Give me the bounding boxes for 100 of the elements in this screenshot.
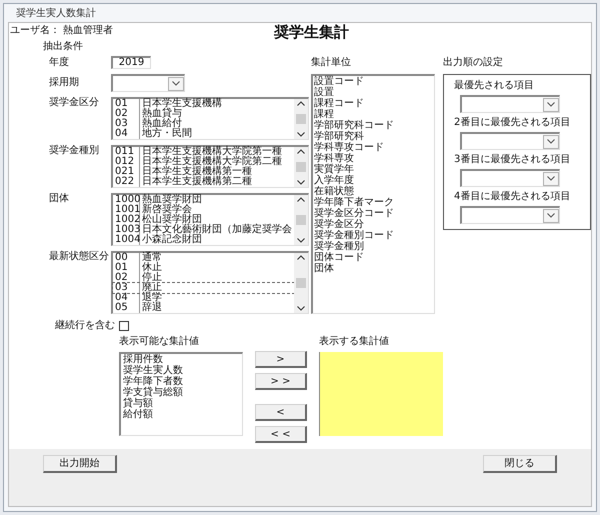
action-button[interactable]: > > <box>255 373 307 390</box>
list-item[interactable]: 1004小森記念財団 <box>113 235 294 245</box>
list-box[interactable]: 1000熱血奨学財団 1001 新啓奨学会 1002 松山奨学財団 1003 日本文化藝術財団（加藤定奨学会 1004小森記念財団 <box>111 193 309 246</box>
list-box[interactable]: 011 日本学生支援機構大学院第一種 012 日本学生支援機構大学院第二種 021 日本学生支援機構第一種 022 日本学生支援機構第二種 <box>111 145 309 188</box>
dropdown-field[interactable] <box>111 74 185 92</box>
list-item[interactable]: 022 日本学生支援機構第二種 <box>113 177 294 187</box>
action-button[interactable]: < < <box>255 426 307 443</box>
list-item[interactable]: 採用件数 <box>123 354 242 365</box>
section-title: 表示可能な集計値 <box>119 336 200 348</box>
scrollbar[interactable] <box>294 99 308 139</box>
section-title: 出力順の設定 <box>443 57 504 69</box>
list-item[interactable]: 学部研究科 <box>314 131 434 142</box>
list-item[interactable]: 団体 <box>314 263 434 274</box>
dropdown-field[interactable] <box>460 206 560 224</box>
list-item[interactable]: 1003 日本文化藝術財団（加藤定奨学会 <box>113 225 294 235</box>
chevron-down-icon <box>297 306 305 311</box>
field-label: 年度 <box>49 56 70 68</box>
scrollbar[interactable] <box>294 253 308 313</box>
list-item[interactable]: 団体コード <box>314 252 434 263</box>
list-item[interactable]: 02 熱血貸与 <box>113 109 294 119</box>
field-label: 最新状態区分 <box>49 251 110 263</box>
list-box[interactable]: 採用件数 奨学生実人数 学年降下者数 学支貸与総額 貸与額 給付額 <box>119 352 243 436</box>
field-label: 3番目に最優先される項目 <box>454 153 572 166</box>
list-item[interactable]: 011 日本学生支援機構大学院第一種 <box>113 147 294 157</box>
list-item[interactable]: 奨学金区分コード <box>314 208 434 219</box>
list-item[interactable]: 学年降下者マーク <box>314 197 434 208</box>
list-item[interactable]: 貸与額 <box>123 398 242 409</box>
field-label: 団体 <box>49 193 70 205</box>
list-item[interactable]: 03 熱血給付 <box>113 119 294 129</box>
dropdown-button[interactable] <box>543 134 559 148</box>
list-item[interactable]: 012 日本学生支援機構大学院第二種 <box>113 157 294 167</box>
list-item[interactable]: 学年降下者数 <box>123 376 242 387</box>
list-item[interactable]: 1000熱血奨学財団 <box>113 195 294 205</box>
list-item[interactable]: 学科専攻コード <box>314 142 434 153</box>
chevron-down-icon <box>547 213 555 218</box>
list-item[interactable]: 00 通常 <box>113 253 294 263</box>
list-item[interactable]: 01 日本学生支援機構 <box>113 99 294 109</box>
chevron-down-icon <box>547 139 555 144</box>
field-label: 2番目に最優先される項目 <box>454 116 572 129</box>
action-button[interactable]: 出力開始 <box>43 455 117 473</box>
scrollbar-thumb[interactable] <box>296 278 306 288</box>
scrollbar-thumb[interactable] <box>296 162 306 172</box>
list-item[interactable]: 給付額 <box>123 409 242 420</box>
list-item[interactable]: 1001 新啓奨学会 <box>113 205 294 215</box>
field-label: 最優先される項目 <box>454 79 535 92</box>
list-item[interactable]: 奨学金区分 <box>314 219 434 230</box>
list-item[interactable]: 設置 <box>314 87 434 98</box>
window-title: 奨学生実人数集計 <box>16 6 96 20</box>
dropdown-button[interactable] <box>543 208 559 222</box>
list-item[interactable]: 学支貸与総額 <box>123 387 242 398</box>
scrollbar-thumb[interactable] <box>296 215 306 225</box>
scrollbar[interactable] <box>294 195 308 245</box>
list-item[interactable]: 05 辞退 <box>113 303 294 313</box>
chevron-up-icon <box>297 255 305 260</box>
field-label: 奨学金種別 <box>49 145 100 157</box>
list-item[interactable]: 奨学生実人数 <box>123 365 242 376</box>
chevron-up-icon <box>297 101 305 106</box>
list-box[interactable]: 01 日本学生支援機構 02 熱血貸与 03 熱血給付 04 地方・民間 <box>111 97 309 140</box>
dropdown-field[interactable] <box>460 132 560 150</box>
action-button[interactable]: < <box>255 404 307 421</box>
dropdown-button[interactable] <box>168 76 184 90</box>
chevron-down-icon <box>297 132 305 137</box>
section-title: 抽出条件 <box>43 41 84 53</box>
list-item[interactable]: 学科専攻 <box>314 153 434 164</box>
list-item[interactable]: 奨学金種別コード <box>314 230 434 241</box>
checkbox[interactable] <box>119 321 129 331</box>
list-item[interactable]: 課程コード <box>314 98 434 109</box>
list-item[interactable]: 02 停止 <box>113 273 294 283</box>
year-field[interactable]: 2019 <box>111 56 151 69</box>
user-name: ユーザ名： 熱血管理者 <box>9 24 114 38</box>
list-item[interactable]: 設置コード <box>314 76 434 87</box>
page-heading: 奨学生集計 <box>274 22 349 43</box>
list-item[interactable]: 入学年度 <box>314 175 434 186</box>
chevron-up-icon <box>297 197 305 202</box>
dropdown-field[interactable] <box>460 95 560 113</box>
list-item[interactable]: 1002 松山奨学財団 <box>113 215 294 225</box>
field-label: 継続行を含む <box>55 320 116 332</box>
field-label: 奨学金区分 <box>49 97 100 109</box>
list-item[interactable]: 学部研究科コード <box>314 120 434 131</box>
section-title: 集計単位 <box>311 57 352 69</box>
list-item[interactable]: 実質学年 <box>314 164 434 175</box>
action-button[interactable]: 閉じる <box>483 455 557 473</box>
list-item[interactable]: 04 地方・民間 <box>113 129 294 139</box>
list-item[interactable]: 奨学金種別 <box>314 241 434 252</box>
chevron-down-icon <box>547 102 555 107</box>
field-label: 採用期 <box>49 77 80 89</box>
list-box[interactable]: 設置コード 設置 課程コード 課程 学部研究科コード 学部研究科 学科専攻コード 学科専攻 実質学年 入学年度 在籍状態 学年降下者マーク 奨学金区分コード 奨学金区分 奨学金種別コード 奨学金種別 団体コード 団体 <box>311 74 435 314</box>
chevron-down-icon <box>172 81 180 86</box>
list-item[interactable]: 在籍状態 <box>314 186 434 197</box>
scrollbar[interactable] <box>294 147 308 187</box>
dropdown-button[interactable] <box>543 98 559 112</box>
chevron-down-icon <box>297 180 305 185</box>
dropdown-field[interactable] <box>460 169 560 187</box>
action-button[interactable]: > <box>255 351 307 368</box>
chevron-down-icon <box>547 176 555 181</box>
scrollbar-thumb[interactable] <box>296 114 306 124</box>
list-item[interactable]: 課程 <box>314 109 434 120</box>
dropdown-button[interactable] <box>543 172 559 186</box>
list-item[interactable]: 021 日本学生支援機構第一種 <box>113 167 294 177</box>
list-item[interactable]: 01 休止 <box>113 263 294 273</box>
